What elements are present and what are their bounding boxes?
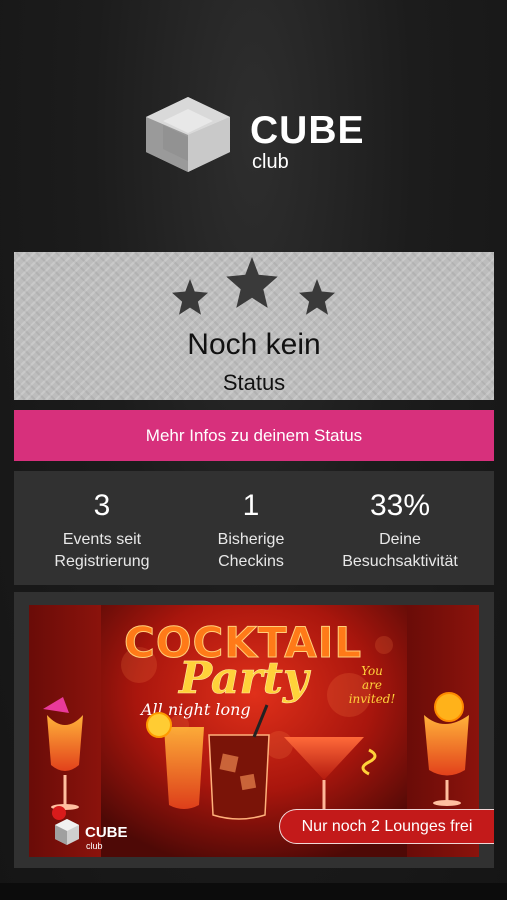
stat-label-line: Deine (379, 531, 421, 548)
brand-sub: club (252, 151, 289, 173)
status-info-button[interactable]: Mehr Infos zu deinem Status (14, 410, 494, 461)
status-subtitle: Status (222, 370, 286, 395)
brand-logo: CUBE club (143, 95, 373, 175)
stats-panel: 3 Events seit Registrierung 1 Bisherige … (14, 471, 494, 585)
invite-line: You (361, 664, 383, 678)
promo-logo-name: CUBE (85, 824, 128, 841)
invite-line: are (362, 678, 382, 692)
bottom-bar (0, 883, 507, 900)
stat-label: Deine Besuchsaktivität (320, 529, 480, 573)
stat-label: Events seit Registrierung (14, 529, 190, 573)
stat-label-line: Besuchsaktivität (342, 553, 458, 570)
status-stars (172, 257, 335, 315)
status-title: Noch kein (187, 328, 321, 361)
star-icon (299, 279, 335, 315)
brand-name: CUBE (250, 109, 365, 152)
stat-label-line: Checkins (218, 553, 284, 570)
stat-label-line: Registrierung (54, 553, 150, 570)
stat-value: 33% (369, 489, 431, 522)
stat-value: 3 (93, 489, 111, 522)
stat-label: Bisherige Checkins (182, 529, 320, 573)
stat-value: 1 (242, 489, 260, 522)
lounge-availability-button[interactable]: Nur noch 2 Lounges frei (279, 809, 494, 844)
invite-line: invited! (349, 692, 396, 706)
star-icon (172, 279, 208, 315)
stat-label-line: Bisherige (217, 531, 285, 548)
promo-script: Party (177, 653, 312, 704)
stat-label-line: Events seit (62, 531, 142, 548)
star-icon (226, 257, 278, 308)
stat-events: 3 Events seit Registrierung (14, 471, 190, 585)
status-panel: Noch kein Status (14, 252, 494, 400)
cube-logo-icon (146, 97, 230, 172)
promo-logo-sub: club (86, 841, 103, 851)
stat-activity: 33% Deine Besuchsaktivität (320, 471, 480, 585)
stat-checkins: 1 Bisherige Checkins (182, 471, 320, 585)
